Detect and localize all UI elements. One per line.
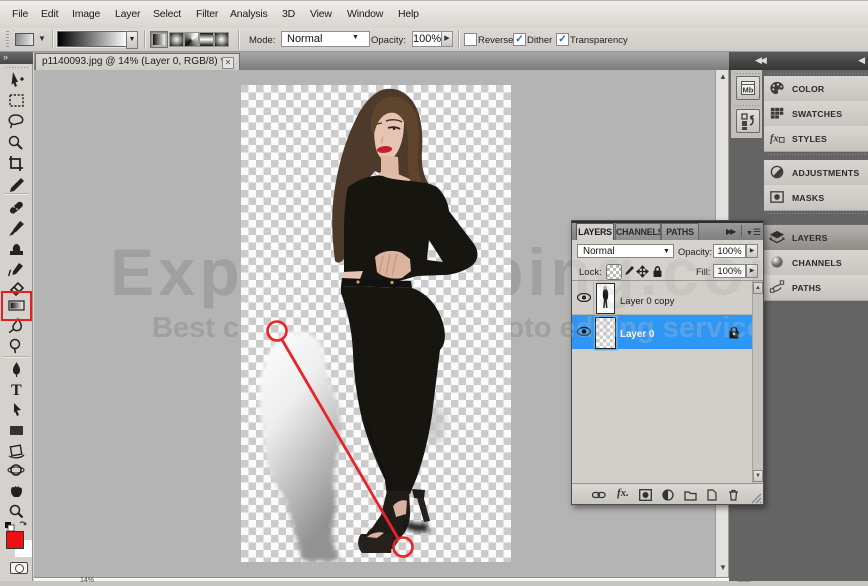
svg-text:T: T — [11, 382, 22, 398]
svg-text:fx: fx — [770, 133, 779, 144]
svg-text:Mb: Mb — [743, 86, 754, 95]
